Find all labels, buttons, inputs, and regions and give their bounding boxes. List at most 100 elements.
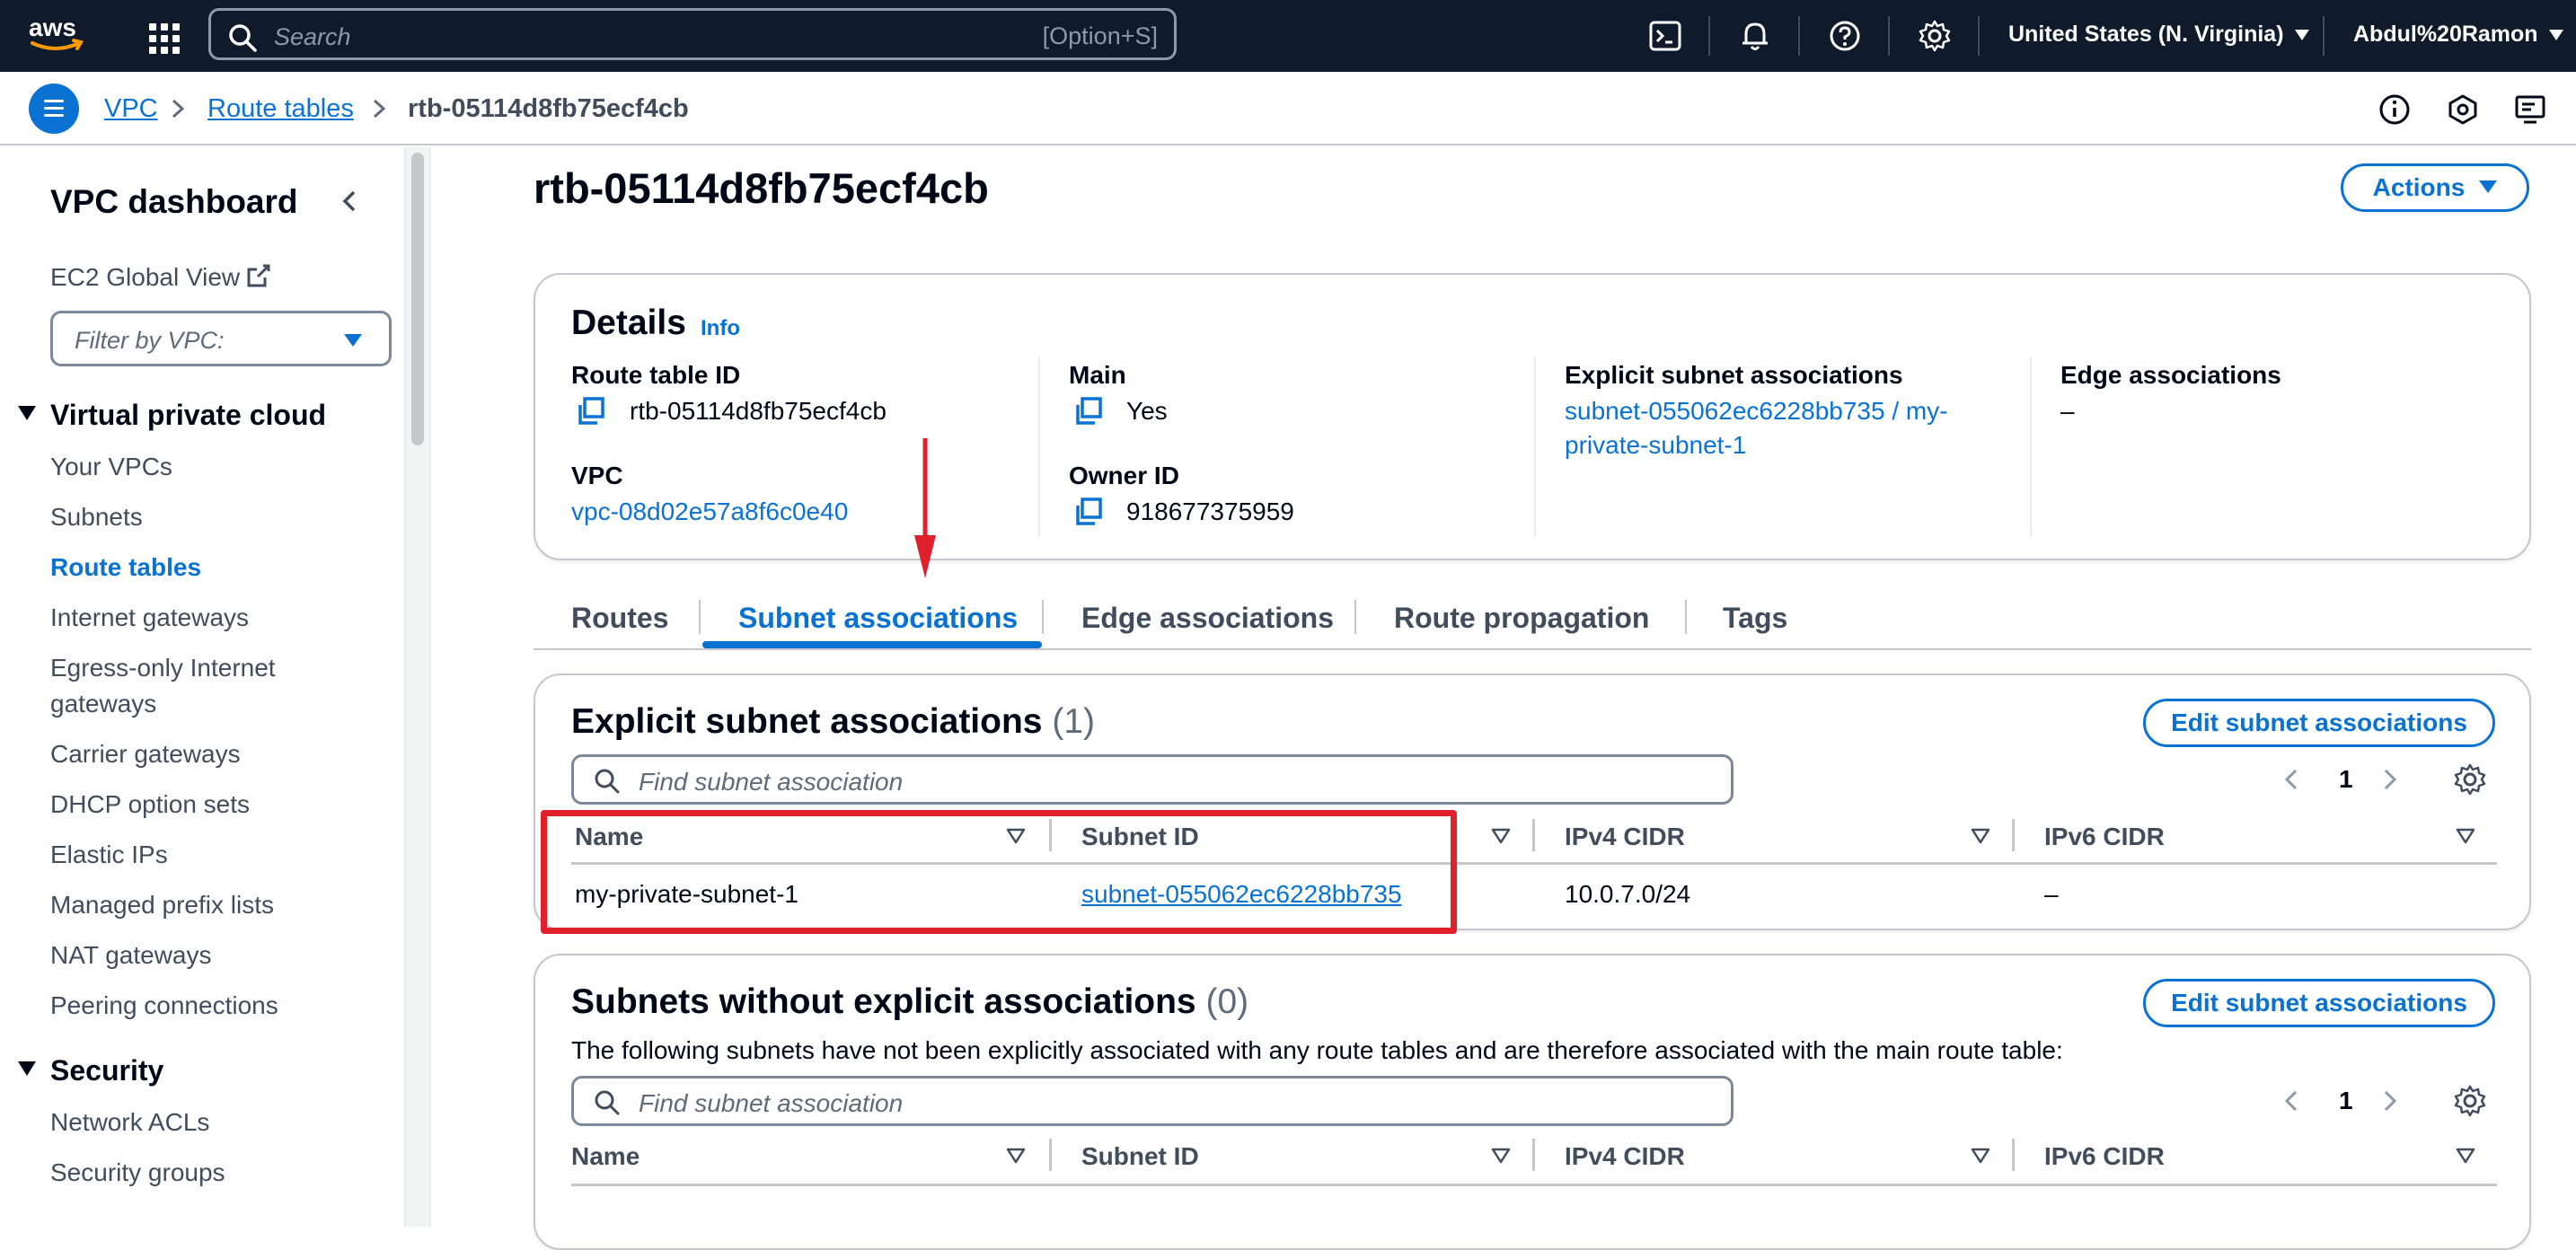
sidebar: VPC dashboard EC2 Global View Filter by … [0, 147, 406, 1227]
owner-id-value: 918677375959 [1126, 497, 1294, 525]
without-filter-input[interactable]: Find subnet association [571, 1076, 1734, 1126]
column-divider [1534, 357, 1536, 537]
ec2-global-view-label: EC2 Global View [50, 263, 241, 291]
pager-current-page[interactable]: 1 [2339, 765, 2353, 794]
bell-icon[interactable] [1737, 18, 1773, 54]
tab-route-propagation[interactable]: Route propagation [1394, 602, 1649, 635]
collapse-sidebar-icon[interactable] [334, 185, 365, 217]
sort-icon[interactable] [2456, 1148, 2475, 1164]
sidebar-item-elastic-ips[interactable]: Elastic IPs [50, 841, 168, 869]
without-associations-heading: Subnets without explicit associations (0… [571, 982, 1248, 1022]
region-selector[interactable]: United States (N. Virginia) [2008, 22, 2309, 48]
column-divider[interactable] [1532, 1139, 1535, 1171]
sidebar-item-egress-only-internet-gateways-line2[interactable]: gateways [50, 690, 156, 718]
account-label: Abdul%20Ramon [2353, 22, 2538, 47]
help-icon[interactable] [1827, 18, 1863, 54]
edit-subnet-associations-button[interactable]: Edit subnet associations [2143, 699, 2495, 747]
breadcrumb-route-tables[interactable]: Route tables [207, 94, 354, 124]
sort-icon[interactable] [2456, 828, 2475, 844]
nav-divider [1798, 16, 1800, 56]
menu-button[interactable] [29, 84, 79, 134]
explicit-associations-link-line2[interactable]: private-subnet-1 [1565, 431, 1746, 460]
tab-rule [534, 648, 2531, 650]
sidebar-item-dhcp-option-sets[interactable]: DHCP option sets [50, 790, 250, 819]
sidebar-item-carrier-gateways[interactable]: Carrier gateways [50, 740, 241, 769]
feedback-icon[interactable] [2445, 92, 2481, 128]
column-header-ipv6-cidr[interactable]: IPv6 CIDR [2044, 823, 2165, 851]
sidebar-item-security-groups[interactable]: Security groups [50, 1158, 225, 1187]
tab-routes[interactable]: Routes [571, 602, 668, 635]
filter-by-vpc-select[interactable]: Filter by VPC: [50, 311, 392, 366]
aws-logo-text: aws [29, 13, 76, 41]
column-header-ipv4-cidr[interactable]: IPv4 CIDR [1565, 1142, 1685, 1171]
sidebar-item-subnets[interactable]: Subnets [50, 503, 143, 532]
explicit-associations-link-line1[interactable]: subnet-055062ec6228bb735 / my- [1565, 397, 1948, 426]
settings-icon[interactable] [1917, 18, 1953, 54]
sidebar-item-route-tables[interactable]: Route tables [50, 553, 201, 582]
column-header-ipv4-cidr[interactable]: IPv4 CIDR [1565, 823, 1685, 851]
tab-divider [1354, 600, 1356, 634]
tab-subnet-associations[interactable]: Subnet associations [738, 602, 1018, 635]
aws-logo[interactable]: aws [27, 13, 90, 57]
sidebar-item-egress-only-internet-gateways[interactable]: Egress-only Internet [50, 654, 276, 682]
table-header-rule [571, 1184, 2497, 1186]
column-header-ipv6-cidr[interactable]: IPv6 CIDR [2044, 1142, 2165, 1171]
column-header-subnet-id[interactable]: Subnet ID [1081, 1142, 1199, 1171]
sidebar-item-internet-gateways[interactable]: Internet gateways [50, 603, 249, 632]
section-virtual-private-cloud[interactable]: Virtual private cloud [18, 399, 326, 432]
sidebar-title[interactable]: VPC dashboard [50, 183, 298, 221]
filter-placeholder: Find subnet association [639, 1089, 904, 1117]
edit-subnet-associations-button[interactable]: Edit subnet associations [2143, 979, 2495, 1027]
details-info-link[interactable]: Info [701, 316, 740, 341]
tab-divider [699, 600, 701, 634]
explicit-filter-input[interactable]: Find subnet association [571, 754, 1734, 805]
explicit-associations-label: Explicit subnet associations [1565, 361, 1903, 389]
column-divider[interactable] [2012, 1139, 2015, 1171]
vpc-link[interactable]: vpc-08d02e57a8f6c0e40 [571, 497, 848, 526]
tab-tags[interactable]: Tags [1723, 602, 1787, 635]
sort-icon[interactable] [1971, 1148, 1990, 1164]
column-divider[interactable] [2012, 819, 2015, 851]
sidebar-item-ec2-global-view[interactable]: EC2 Global View [50, 262, 272, 292]
heading-text: Explicit subnet associations [571, 702, 1043, 741]
pager-next-icon[interactable] [2378, 1087, 2402, 1115]
pager-previous-icon[interactable] [2280, 765, 2303, 794]
services-grid-icon[interactable] [146, 20, 180, 54]
breadcrumb-vpc[interactable]: VPC [104, 94, 158, 124]
table-preferences-gear-icon[interactable] [2452, 761, 2488, 797]
column-header-name[interactable]: Name [571, 1142, 640, 1171]
explicit-associations-heading: Explicit subnet associations (1) [571, 702, 1095, 742]
section-security[interactable]: Security [18, 1054, 163, 1087]
sidebar-scrollbar-thumb[interactable] [411, 153, 424, 445]
sidebar-item-peering-connections[interactable]: Peering connections [50, 991, 278, 1020]
copy-icon[interactable] [1072, 496, 1105, 528]
details-card: Details Info Route table ID rtb-05114d8f… [534, 273, 2531, 560]
table-preferences-gear-icon[interactable] [2452, 1083, 2488, 1119]
display-settings-icon[interactable] [2513, 92, 2549, 128]
without-associations-description: The following subnets have not been expl… [571, 1036, 2063, 1064]
copy-icon[interactable] [575, 395, 607, 427]
copy-icon[interactable] [1072, 395, 1105, 427]
sidebar-item-network-acls[interactable]: Network ACLs [50, 1108, 209, 1137]
sidebar-item-managed-prefix-lists[interactable]: Managed prefix lists [50, 891, 274, 920]
pager-current-page[interactable]: 1 [2339, 1087, 2353, 1115]
section-title: Security [50, 1054, 164, 1087]
cloudshell-icon[interactable] [1647, 18, 1683, 54]
actions-button[interactable]: Actions [2341, 163, 2529, 212]
tab-edge-associations[interactable]: Edge associations [1081, 602, 1334, 635]
pager-next-icon[interactable] [2378, 765, 2402, 794]
sort-icon[interactable] [1971, 828, 1990, 844]
info-circle-icon[interactable] [2377, 92, 2413, 128]
pager-previous-icon[interactable] [2280, 1087, 2303, 1115]
column-divider[interactable] [1049, 1139, 1052, 1171]
column-divider[interactable] [1532, 819, 1535, 851]
sort-icon[interactable] [1006, 1148, 1026, 1164]
sidebar-item-nat-gateways[interactable]: NAT gateways [50, 941, 211, 970]
sidebar-item-your-vpcs[interactable]: Your VPCs [50, 453, 172, 481]
nav-divider [1888, 16, 1890, 56]
search-input[interactable]: Search [Option+S] [208, 8, 1177, 60]
sort-icon[interactable] [1491, 828, 1511, 844]
account-menu[interactable]: Abdul%20Ramon [2353, 22, 2563, 48]
sort-icon[interactable] [1491, 1148, 1511, 1164]
main-label: Main [1069, 361, 1126, 389]
